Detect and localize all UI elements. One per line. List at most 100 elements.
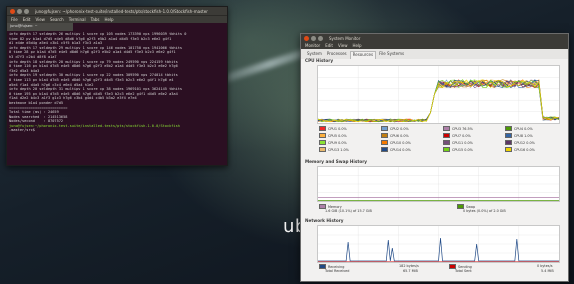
cpu-legend-label: CPU9 0.0% xyxy=(328,140,347,145)
menu-item-monitor[interactable]: Monitor xyxy=(305,43,320,48)
swap-label: Swap xyxy=(466,204,476,209)
memory-history-title: Memory and Swap History xyxy=(305,159,368,164)
cpu-legend-label: CPU4 0.0% xyxy=(514,126,533,131)
network-history-title: Network History xyxy=(305,218,344,223)
cpu-legend-item: CPU16 0.0% xyxy=(505,147,535,152)
monitor-titlebar[interactable]: System Monitor xyxy=(301,34,568,42)
cpu-legend-item: CPU1 0.0% xyxy=(319,126,347,131)
cpu-legend-label: CPU1 0.0% xyxy=(328,126,347,131)
cpu-color-swatch[interactable] xyxy=(505,147,512,152)
cpu-color-swatch[interactable] xyxy=(381,133,388,138)
total-received-value: 65.7 MiB xyxy=(403,269,418,273)
cpu-legend-label: CPU8 1.0% xyxy=(514,133,533,138)
cpu-color-swatch[interactable] xyxy=(381,126,388,131)
total-sent-value: 5.4 MiB xyxy=(541,269,554,273)
cpu-history-graph xyxy=(317,65,560,124)
cpu-color-swatch[interactable] xyxy=(319,126,326,131)
terminal-line: -master/src$ xyxy=(9,128,38,133)
minimize-icon[interactable] xyxy=(311,35,316,41)
cpu-legend-item: CPU11 0.0% xyxy=(443,140,473,145)
cpu-color-swatch[interactable] xyxy=(443,133,450,138)
cpu-legend-item: CPU12 0.0% xyxy=(505,140,535,145)
memory-history-section: Memory and Swap History Memory 1.6 GiB (… xyxy=(305,159,564,217)
total-sent-label: Total Sent xyxy=(455,269,472,273)
cpu-legend-label: CPU15 0.0% xyxy=(452,147,473,152)
memory-history-plot xyxy=(318,167,559,201)
cpu-legend-label: CPU6 0.0% xyxy=(390,133,409,138)
close-icon[interactable] xyxy=(304,35,309,41)
cpu-color-swatch[interactable] xyxy=(505,140,512,145)
cpu-history-section: CPU History CPU1 0.0% CPU2 0.0% CPU3 76.5%… xyxy=(305,58,564,158)
menu-item-view[interactable]: View xyxy=(338,43,348,48)
menu-item-help[interactable]: Help xyxy=(104,17,113,22)
cpu-legend-label: CPU10 0.0% xyxy=(390,140,411,145)
terminal-tab[interactable]: juno@fujsen: ~ xyxy=(7,23,73,31)
cpu-legend-label: CPU3 76.5% xyxy=(452,126,473,131)
cpu-legend-item: CPU5 0.0% xyxy=(319,133,347,138)
cpu-legend-label: CPU16 0.0% xyxy=(514,147,535,152)
maximize-icon[interactable] xyxy=(24,8,29,14)
network-legend: Receiving Total Received 182 bytes/s 65.… xyxy=(317,264,560,278)
cpu-legend-label: CPU13 1.0% xyxy=(328,147,349,152)
cpu-legend-item: CPU8 1.0% xyxy=(505,133,533,138)
terminal-title: juno@fujsen: ~/phoronix-test-suite/insta… xyxy=(35,8,208,14)
sending-rate: 0 bytes/s xyxy=(537,264,553,268)
cpu-color-swatch[interactable] xyxy=(443,126,450,131)
cpu-legend-label: CPU14 0.0% xyxy=(390,147,411,152)
cpu-legend-label: CPU12 0.0% xyxy=(514,140,535,145)
menu-item-view[interactable]: View xyxy=(35,17,45,22)
cpu-color-swatch[interactable] xyxy=(505,126,512,131)
system-monitor-window[interactable]: System Monitor Monitor Edit View Help Sy… xyxy=(300,33,569,282)
monitor-title: System Monitor xyxy=(329,35,361,41)
terminal-window[interactable]: juno@fujsen: ~/phoronix-test-suite/insta… xyxy=(6,6,228,166)
memory-label: Memory xyxy=(328,204,342,209)
cpu-color-swatch[interactable] xyxy=(443,140,450,145)
cpu-color-swatch[interactable] xyxy=(381,147,388,152)
cpu-color-swatch[interactable] xyxy=(319,140,326,145)
terminal-titlebar[interactable]: juno@fujsen: ~/phoronix-test-suite/insta… xyxy=(7,7,227,15)
cpu-legend-item: CPU2 0.0% xyxy=(381,126,409,131)
maximize-icon[interactable] xyxy=(318,35,323,41)
menu-item-file[interactable]: File xyxy=(11,17,18,22)
cpu-legend-label: CPU7 0.0% xyxy=(452,133,471,138)
cpu-legend-item: CPU3 76.5% xyxy=(443,126,473,131)
cpu-legend-item: CPU9 0.0% xyxy=(319,140,347,145)
menu-item-terminal[interactable]: Terminal xyxy=(69,17,86,22)
menu-item-edit[interactable]: Edit xyxy=(23,17,31,22)
monitor-menubar: Monitor Edit View Help xyxy=(301,42,568,49)
terminal-output[interactable]: info depth 17 seldepth 26 multipv 1 scor… xyxy=(7,31,227,163)
cpu-legend-item: CPU10 0.0% xyxy=(381,140,411,145)
cpu-legend-item: CPU13 1.0% xyxy=(319,147,349,152)
menu-item-edit[interactable]: Edit xyxy=(325,43,333,48)
menu-item-tabs[interactable]: Tabs xyxy=(91,17,100,22)
menu-item-search[interactable]: Search xyxy=(50,17,64,22)
cpu-color-swatch[interactable] xyxy=(319,147,326,152)
network-history-section: Network History Receiving Total Received… xyxy=(305,218,564,280)
memory-value: 1.6 GiB (10.1%) of 15.7 GiB xyxy=(325,209,372,213)
receiving-rate: 182 bytes/s xyxy=(399,264,419,268)
network-history-graph xyxy=(317,225,560,263)
memory-history-graph xyxy=(317,166,560,202)
cpu-legend: CPU1 0.0% CPU2 0.0% CPU3 76.5% CPU4 0.0% CPU… xyxy=(317,126,560,156)
cpu-legend-item: CPU4 0.0% xyxy=(505,126,533,131)
memory-legend: Memory 1.6 GiB (10.1%) of 15.7 GiB Swap … xyxy=(317,204,560,216)
cpu-legend-item: CPU14 0.0% xyxy=(381,147,411,152)
close-icon[interactable] xyxy=(10,8,15,14)
cpu-history-plot xyxy=(317,66,560,123)
terminal-menubar: File Edit View Search Terminal Tabs Help xyxy=(7,15,227,23)
cpu-color-swatch[interactable] xyxy=(505,133,512,138)
cpu-color-swatch[interactable] xyxy=(319,133,326,138)
cpu-legend-item: CPU6 0.0% xyxy=(381,133,409,138)
menu-item-help[interactable]: Help xyxy=(352,43,361,48)
cpu-legend-label: CPU5 0.0% xyxy=(328,133,347,138)
cpu-history-title: CPU History xyxy=(305,58,334,63)
cpu-color-swatch[interactable] xyxy=(381,140,388,145)
cpu-legend-label: CPU11 0.0% xyxy=(452,140,473,145)
cpu-legend-label: CPU2 0.0% xyxy=(390,126,409,131)
cpu-color-swatch[interactable] xyxy=(443,147,450,152)
total-received-label: Total Received xyxy=(325,269,350,273)
sending-label: Sending xyxy=(458,264,472,269)
cpu-legend-item: CPU15 0.0% xyxy=(443,147,473,152)
receiving-label: Receiving xyxy=(328,264,345,269)
minimize-icon[interactable] xyxy=(17,8,22,14)
